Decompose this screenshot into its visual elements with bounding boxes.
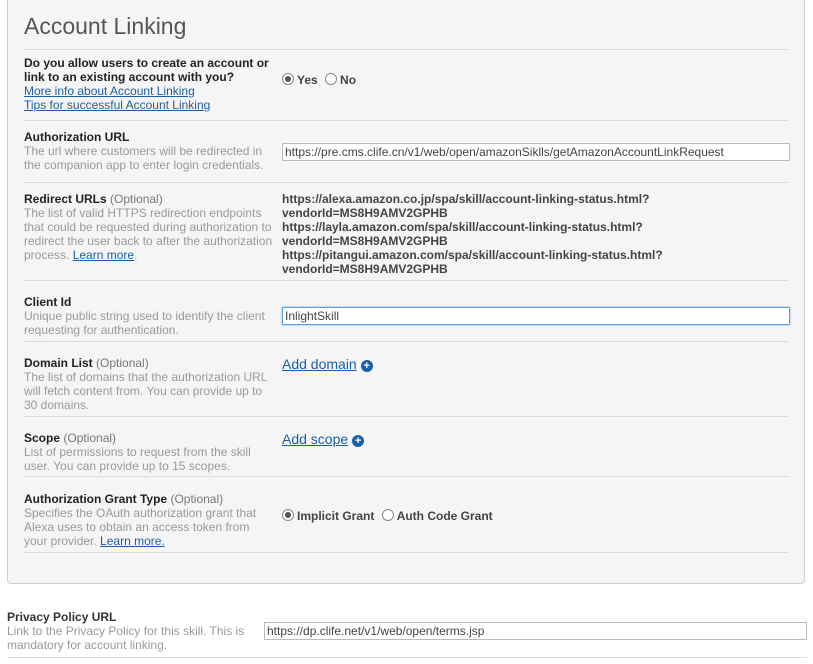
redirect-label: Redirect URLs: [24, 192, 107, 206]
scope-label-block: Scope (Optional) List of permissions to …: [24, 431, 276, 473]
grant-label: Authorization Grant Type: [24, 492, 168, 506]
allow-radio-group: Yes No: [282, 73, 360, 87]
client-id-label: Client Id: [24, 295, 72, 309]
privacy-label: Privacy Policy URL: [7, 610, 117, 624]
redirect-desc: The list of valid HTTPS redirection endp…: [24, 206, 273, 262]
allow-label-block: Do you allow users to create an account …: [24, 56, 276, 112]
row-divider: [24, 120, 789, 121]
scope-optional: (Optional): [63, 431, 117, 445]
client-id-desc: Unique public string used to identify th…: [24, 309, 265, 337]
row-divider: [24, 280, 789, 281]
privacy-label-block: Privacy Policy URL Link to the Privacy P…: [7, 610, 259, 652]
redirect-learn-more-link[interactable]: Learn more: [73, 248, 134, 262]
row-divider: [24, 182, 789, 183]
domain-optional: (Optional): [96, 356, 149, 370]
scope-label: Scope: [24, 431, 61, 445]
redirect-url: vendorId=MS8H9AMV2GPHB: [282, 206, 448, 220]
redirect-url: https://alexa.amazon.co.jp/spa/skill/acc…: [282, 192, 650, 206]
redirect-url: vendorId=MS8H9AMV2GPHB: [282, 234, 448, 248]
add-scope-link[interactable]: Add scope +: [282, 431, 365, 447]
allow-question: Do you allow users to create an account …: [24, 56, 269, 84]
scope-desc: List of permissions to request from the …: [24, 445, 251, 473]
no-radio[interactable]: [325, 73, 338, 85]
row-divider: [24, 341, 789, 342]
row-divider: [24, 476, 789, 477]
domain-label: Domain List: [24, 356, 93, 370]
auth-url-label-block: Authorization URL The url where customer…: [24, 130, 276, 172]
domain-label-block: Domain List (Optional) The list of domai…: [24, 356, 276, 412]
grant-label-block: Authorization Grant Type (Optional) Spec…: [24, 492, 276, 548]
auth-code-grant-option[interactable]: Auth Code Grant: [381, 509, 493, 523]
section-title: Account Linking: [24, 13, 187, 39]
row-divider: [24, 416, 789, 417]
yes-option[interactable]: Yes: [282, 73, 318, 87]
grant-desc: Specifies the OAuth authorization grant …: [24, 506, 257, 548]
row-divider: [24, 552, 789, 553]
redirect-url: https://pitangui.amazon.com/spa/skill/ac…: [282, 248, 663, 262]
add-domain-link[interactable]: Add domain +: [282, 356, 373, 372]
account-linking-panel: Account Linking Do you allow users to cr…: [7, 0, 805, 584]
client-id-label-block: Client Id Unique public string used to i…: [24, 295, 276, 337]
more-info-link[interactable]: More info about Account Linking: [24, 84, 276, 98]
auth-code-grant-radio[interactable]: [381, 509, 394, 521]
row-divider: [24, 49, 789, 50]
redirect-urls-list: https://alexa.amazon.co.jp/spa/skill/acc…: [282, 192, 663, 276]
redirect-optional: (Optional): [110, 192, 163, 206]
plus-circle-icon: +: [360, 360, 373, 372]
authorization-url-input[interactable]: [282, 143, 790, 161]
auth-url-desc: The url where customers will be redirect…: [24, 144, 264, 172]
implicit-grant-option[interactable]: Implicit Grant: [282, 509, 374, 523]
redirect-url: vendorId=MS8H9AMV2GPHB: [282, 262, 448, 276]
plus-circle-icon: +: [352, 435, 365, 447]
implicit-grant-radio[interactable]: [282, 509, 294, 521]
no-option[interactable]: No: [325, 73, 356, 87]
auth-url-label: Authorization URL: [24, 130, 130, 144]
yes-radio[interactable]: [282, 73, 294, 85]
tips-link[interactable]: Tips for successful Account Linking: [24, 98, 276, 112]
client-id-input[interactable]: [282, 307, 790, 325]
row-divider: [7, 657, 807, 658]
privacy-desc: Link to the Privacy Policy for this skil…: [7, 624, 245, 652]
grant-radio-group: Implicit Grant Auth Code Grant: [282, 509, 497, 523]
privacy-policy-url-input[interactable]: [264, 622, 807, 640]
redirect-label-block: Redirect URLs (Optional) The list of val…: [24, 192, 276, 262]
redirect-url: https://layla.amazon.com/spa/skill/accou…: [282, 220, 643, 234]
domain-desc: The list of domains that the authorizati…: [24, 370, 268, 412]
grant-learn-more-link[interactable]: Learn more.: [100, 534, 165, 548]
grant-optional: (Optional): [170, 492, 224, 506]
